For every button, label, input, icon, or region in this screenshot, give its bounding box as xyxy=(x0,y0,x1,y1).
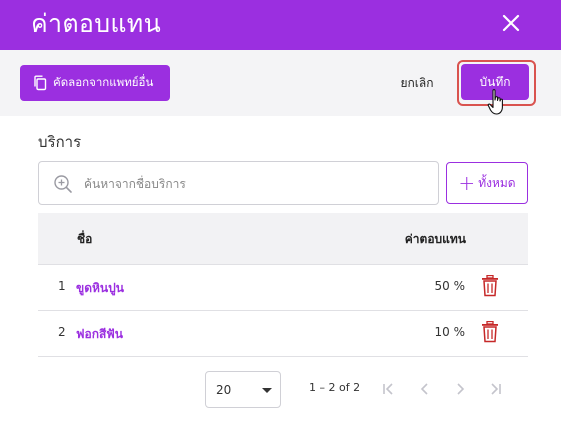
column-header-name: ชื่อ xyxy=(77,232,93,246)
caret-down-icon xyxy=(262,388,272,393)
table-row: 2 ฟอกสีฟัน 10 % xyxy=(38,311,528,357)
trash-icon[interactable] xyxy=(481,275,499,297)
service-search-box[interactable] xyxy=(38,161,439,205)
hand-cursor-icon xyxy=(487,89,503,115)
service-search-input[interactable] xyxy=(84,172,424,196)
row-fee: 10 % xyxy=(434,325,466,339)
dialog-title: ค่าตอบแทน xyxy=(31,9,161,38)
previous-page-icon[interactable] xyxy=(416,380,434,398)
service-name-link[interactable]: ขูดหินปูน xyxy=(76,279,124,298)
trash-icon[interactable] xyxy=(481,321,499,343)
first-page-icon[interactable] xyxy=(380,380,398,398)
row-index: 2 xyxy=(58,325,66,339)
service-name-link[interactable]: ฟอกสีฟัน xyxy=(76,325,123,344)
copy-button-label: คัดลอกจากแพทย์อื่น xyxy=(53,75,154,89)
pagination-range: 1 – 2 of 2 xyxy=(309,381,361,394)
add-all-label: ทั้งหมด xyxy=(478,175,516,190)
add-all-button[interactable]: + ทั้งหมด xyxy=(446,162,528,204)
cancel-button[interactable]: ยกเลิก xyxy=(392,66,442,100)
row-fee: 50 % xyxy=(434,279,466,293)
dialog-header: ค่าตอบแทน xyxy=(0,0,561,50)
search-plus-icon xyxy=(54,175,72,193)
page-size-value: 20 xyxy=(216,383,232,397)
row-index: 1 xyxy=(58,279,66,293)
next-page-icon[interactable] xyxy=(451,380,469,398)
column-header-fee: ค่าตอบแทน xyxy=(404,232,466,246)
table-row: 1 ขูดหินปูน 50 % xyxy=(38,265,528,311)
copy-icon xyxy=(34,75,47,91)
page-size-select[interactable]: 20 xyxy=(205,371,281,408)
table-header: ชื่อ ค่าตอบแทน xyxy=(38,213,528,265)
close-icon[interactable] xyxy=(497,9,525,37)
plus-icon: + xyxy=(458,171,476,195)
last-page-icon[interactable] xyxy=(486,380,504,398)
copy-from-doctor-button[interactable]: คัดลอกจากแพทย์อื่น xyxy=(20,65,170,101)
services-heading: บริการ xyxy=(38,133,82,151)
